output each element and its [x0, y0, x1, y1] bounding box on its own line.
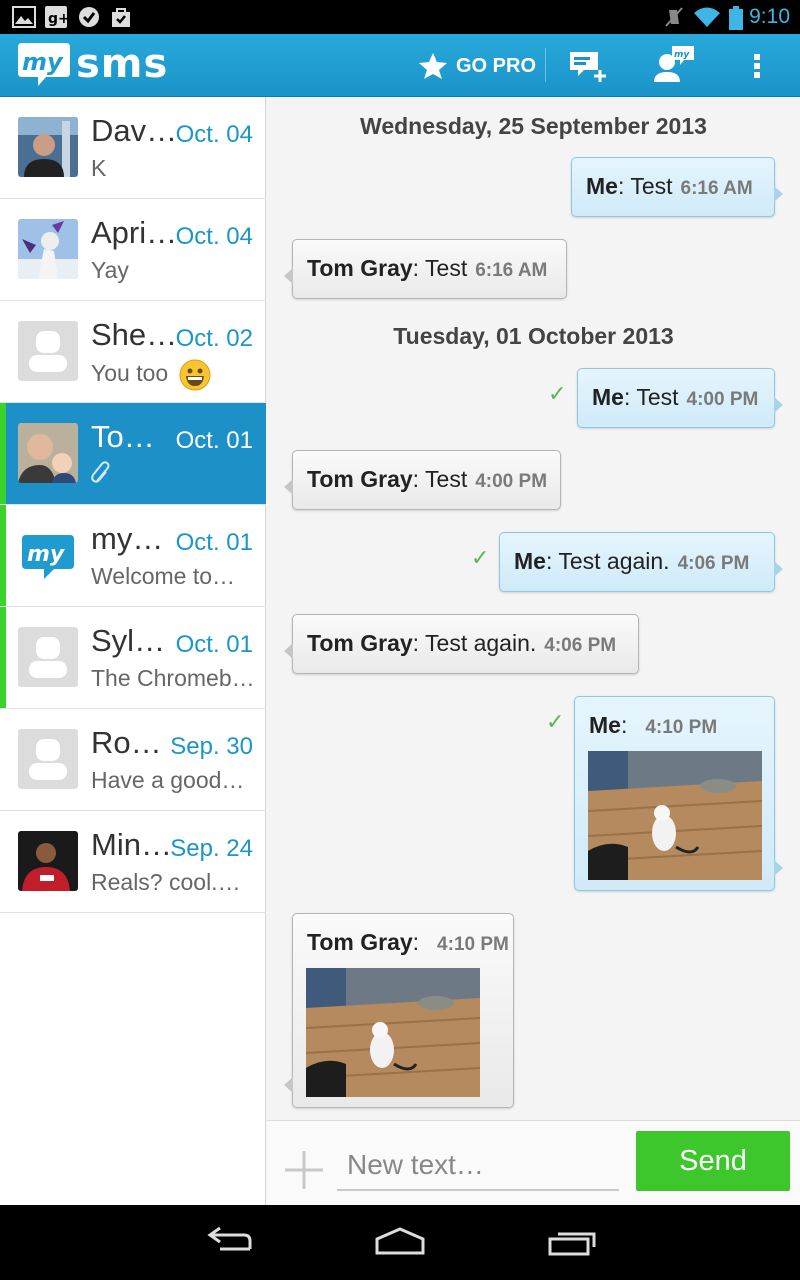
contact-name: To…	[91, 419, 155, 454]
svg-text:g+: g+	[48, 11, 67, 27]
day-separator: Wednesday, 25 September 2013	[360, 113, 707, 139]
day-separator: Tuesday, 01 October 2013	[393, 323, 674, 349]
go-pro-button[interactable]: GO PRO	[418, 49, 536, 83]
conversation-date: Oct. 01	[175, 427, 253, 454]
conversation-item[interactable]: Min… Sep. 24 Reals? cool.…	[0, 811, 266, 913]
contact-name: Ro…	[91, 725, 162, 760]
unread-indicator	[0, 607, 6, 708]
logo-bubble-icon: my	[18, 43, 70, 86]
sent-message[interactable]: Me: Test 6:16 AM	[571, 157, 783, 217]
conversation-date: Oct. 04	[175, 121, 253, 148]
conversation-date: Oct. 02	[175, 325, 253, 352]
conversation-date: Oct. 01	[175, 631, 253, 658]
cat-photo-attachment[interactable]	[306, 968, 480, 1097]
message-preview: Reals? cool.…	[91, 869, 241, 895]
message-input[interactable]: New text…	[337, 1143, 619, 1191]
divider	[545, 48, 546, 82]
overflow-menu-icon[interactable]	[752, 46, 762, 82]
conversation-item[interactable]: Syl… Oct. 01 The Chromeb…	[0, 607, 266, 709]
message-preview: The Chromeb…	[91, 665, 255, 691]
recent-apps-button[interactable]	[548, 1227, 596, 1257]
status-bar: g+ 9:10	[0, 0, 800, 34]
conversation-item[interactable]: Dav… Oct. 04 K	[0, 97, 266, 199]
sent-message[interactable]: Me: Test again. 4:06 PM	[499, 532, 783, 592]
received-message[interactable]: Tom Gray: Test again. 4:06 PM	[284, 614, 639, 674]
unread-indicator	[0, 403, 6, 504]
message-preview: Welcome to…	[91, 563, 236, 589]
unread-indicator	[0, 505, 6, 606]
battery-icon	[729, 6, 743, 30]
send-button[interactable]: Send	[636, 1131, 790, 1191]
conversation-list: Dav… Oct. 04 K Apri… Oct. 04 Yay She… Oc…	[0, 97, 266, 1205]
gallery-notification-icon	[12, 6, 36, 28]
vibrate-mute-icon	[665, 7, 683, 27]
svg-text:my: my	[27, 542, 66, 567]
conversation-date: Oct. 01	[175, 529, 253, 556]
wifi-icon	[694, 7, 720, 27]
conversation-date: Sep. 24	[170, 835, 253, 862]
grinning-emoji-icon	[179, 359, 211, 391]
contact-name: Dav…	[91, 113, 178, 148]
contacts-mysms-button[interactable]: my	[650, 46, 696, 86]
avatar	[18, 423, 78, 483]
avatar-placeholder	[18, 729, 78, 789]
avatar	[18, 219, 78, 279]
conversation-date: Oct. 04	[175, 223, 253, 250]
chat-thread: Wednesday, 25 September 2013 Me: Test 6:1…	[267, 97, 800, 1120]
message-composer: New text… Send	[267, 1120, 800, 1205]
delivered-check-icon: ✓	[548, 381, 567, 406]
clock: 9:10	[749, 5, 790, 28]
google-plus-notification-icon: g+	[45, 6, 67, 28]
delivered-check-icon: ✓	[471, 545, 490, 570]
home-button[interactable]	[374, 1227, 426, 1257]
message-preview: Have a good…	[91, 767, 245, 793]
sent-message[interactable]: Me: Test 4:00 PM	[577, 368, 783, 428]
received-message[interactable]: Tom Gray: Test 4:00 PM	[284, 450, 561, 510]
message-preview: K	[91, 155, 107, 181]
conversation-item[interactable]: Ro… Sep. 30 Have a good…	[0, 709, 266, 811]
back-button[interactable]	[206, 1227, 254, 1257]
conversation-date: Sep. 30	[170, 733, 253, 760]
attachment-icon	[91, 461, 110, 483]
avatar: my	[18, 525, 78, 585]
new-message-button[interactable]	[568, 46, 610, 84]
star-icon	[419, 53, 447, 79]
conversation-item-selected[interactable]: To… Oct. 01	[0, 403, 266, 505]
conversation-item[interactable]: Apri… Oct. 04 Yay	[0, 199, 266, 301]
contact-name: Min…	[91, 827, 172, 862]
cat-photo-attachment[interactable]	[588, 751, 762, 880]
message-preview: Yay	[91, 257, 129, 283]
contact-name: my…	[91, 521, 164, 556]
avatar-placeholder	[18, 321, 78, 381]
action-bar: my sms GO PRO my	[0, 34, 800, 97]
received-image-message[interactable]: Tom Gray: 4:10 PM	[284, 913, 514, 1108]
check-circle-notification-icon	[79, 7, 99, 27]
conversation-item[interactable]: She… Oct. 02 You too	[0, 301, 266, 403]
system-navigation-bar	[0, 1205, 800, 1280]
mysms-logo: my sms	[16, 41, 176, 89]
avatar	[18, 117, 78, 177]
sent-image-message[interactable]: Me: 4:10 PM	[574, 696, 783, 891]
avatar-placeholder	[18, 627, 78, 687]
svg-text:my: my	[22, 48, 64, 76]
received-message[interactable]: Tom Gray: Test 6:16 AM	[284, 239, 567, 299]
svg-text:my: my	[674, 50, 690, 60]
message-preview	[91, 461, 113, 491]
message-preview: You too	[91, 359, 211, 391]
avatar	[18, 831, 78, 891]
go-pro-label: GO PRO	[456, 54, 537, 77]
delivered-check-icon: ✓	[546, 709, 565, 734]
logo-text: sms	[76, 41, 169, 87]
add-attachment-button[interactable]	[283, 1149, 325, 1191]
contact-name: Apri…	[91, 215, 178, 250]
contact-name: Syl…	[91, 623, 166, 658]
conversation-item[interactable]: my my… Oct. 01 Welcome to…	[0, 505, 266, 607]
store-bag-notification-icon	[112, 8, 130, 27]
contact-name: She…	[91, 317, 178, 352]
